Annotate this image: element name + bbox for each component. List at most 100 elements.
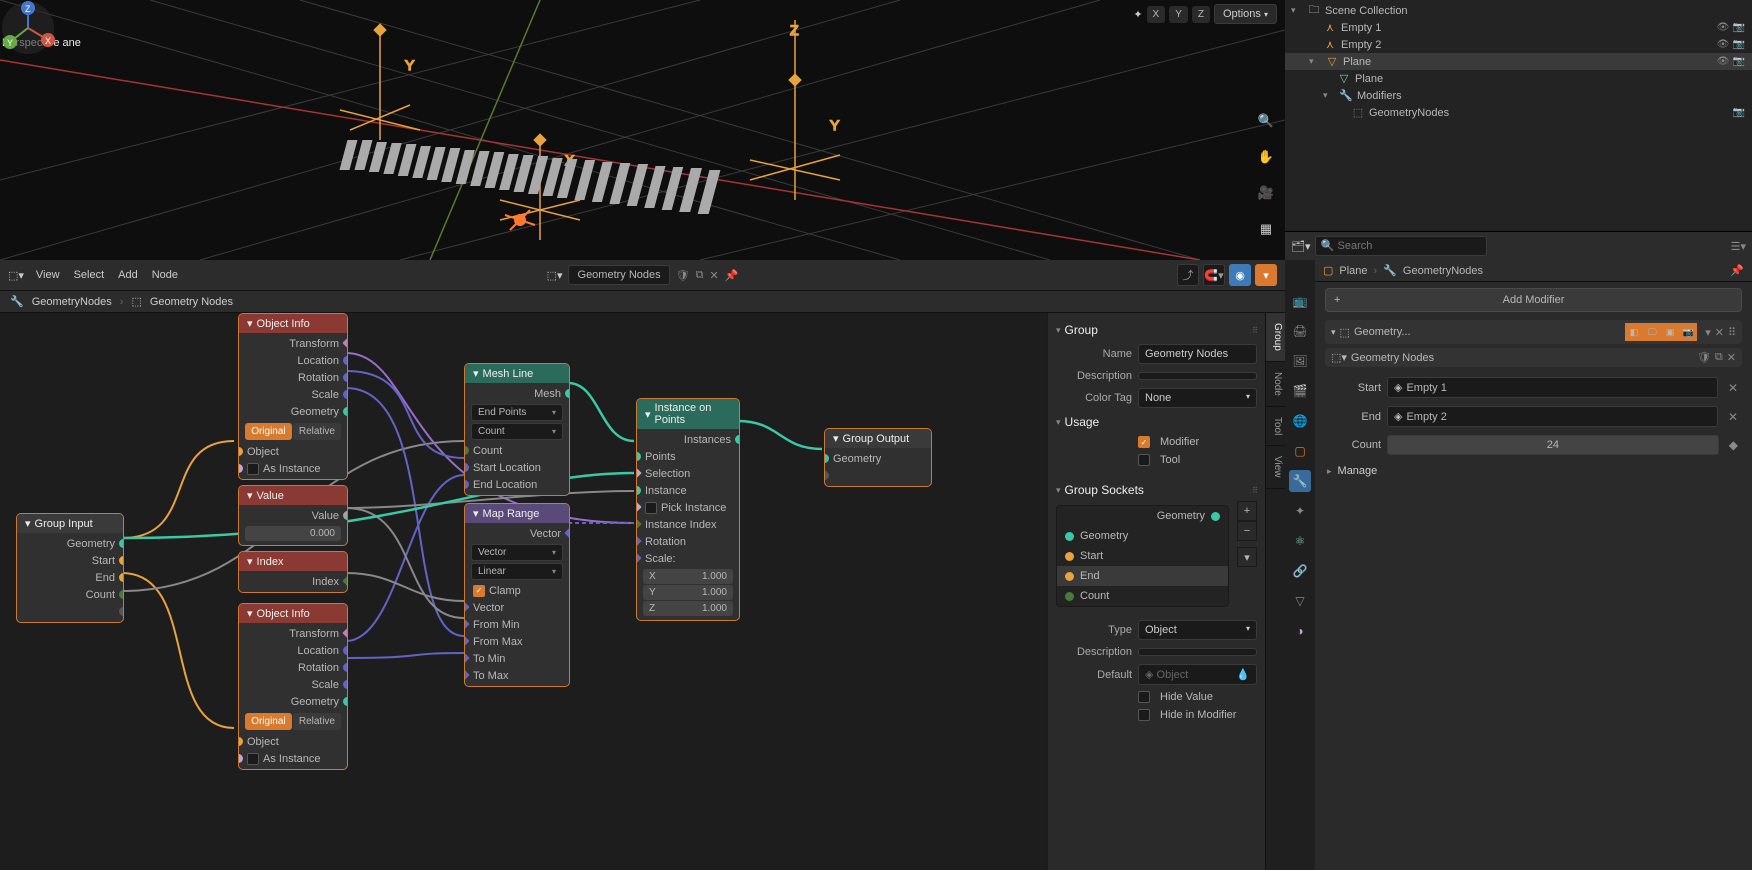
attribute-toggle-icon[interactable]: ◆: [1725, 438, 1742, 452]
manage-section[interactable]: ▸ Manage: [1325, 459, 1742, 483]
socket-list[interactable]: Geometry Geometry Start End Count: [1056, 505, 1229, 607]
clear-icon[interactable]: ✕: [1724, 381, 1742, 395]
zoom-icon[interactable]: 🔍: [1255, 110, 1277, 132]
prop-tab-modifiers[interactable]: 🔧: [1289, 470, 1311, 492]
mesh-line-count-dropdown[interactable]: Count▾: [471, 423, 563, 440]
node-header[interactable]: ▾ Object Info: [239, 604, 347, 623]
menu-add[interactable]: Add: [118, 269, 138, 281]
node-mesh-line[interactable]: ▾ Mesh Line Mesh End Points▾ Count▾ Coun…: [464, 363, 570, 496]
axis-z-chip[interactable]: Z: [1192, 6, 1210, 23]
sidebar-tab-view[interactable]: View: [1266, 446, 1285, 489]
node-object-info-1[interactable]: ▾ Object Info Transform Location Rotatio…: [238, 313, 348, 480]
eye-icon[interactable]: 👁: [1716, 56, 1730, 67]
unlink-icon[interactable]: ✕: [709, 269, 718, 282]
original-button[interactable]: Original: [245, 423, 292, 440]
3d-viewport[interactable]: Y X Z Y: [0, 0, 1285, 260]
hide-value-check[interactable]: [1138, 691, 1150, 703]
prop-tab-viewlayer[interactable]: 🖼: [1289, 350, 1311, 372]
node-header[interactable]: ▾ Object Info: [239, 314, 347, 333]
add-modifier-button[interactable]: + Add Modifier: [1325, 288, 1742, 312]
color-tag-dropdown[interactable]: None▾: [1138, 388, 1257, 408]
node-group-input[interactable]: ▾ Group Input Geometry Start End Count: [16, 513, 124, 623]
prop-tab-output[interactable]: 🖨: [1289, 320, 1311, 342]
camera-view-icon[interactable]: 🎥: [1255, 182, 1277, 204]
menu-select[interactable]: Select: [74, 269, 105, 281]
node-map-range[interactable]: ▾ Map Range Vector Vector▾ Linear▾ ✓Clam…: [464, 503, 570, 687]
mesh-line-mode-dropdown[interactable]: End Points▾: [471, 404, 563, 421]
prop-tab-constraints[interactable]: 🔗: [1289, 560, 1311, 582]
socket-item[interactable]: Count: [1057, 586, 1228, 606]
tree-row-geonodes[interactable]: ⬚ GeometryNodes 📷: [1285, 104, 1752, 121]
sidebar-tab-group[interactable]: Group: [1266, 313, 1285, 362]
socket-description-input[interactable]: [1138, 648, 1257, 656]
breadcrumb-tree[interactable]: Geometry Nodes: [150, 296, 233, 308]
map-range-type-dropdown[interactable]: Vector▾: [471, 544, 563, 561]
mod-edit-icon[interactable]: ◧: [1625, 323, 1643, 341]
node-canvas[interactable]: ▾ Group Input Geometry Start End Count ▾…: [0, 313, 1285, 870]
socket-item[interactable]: Geometry: [1057, 506, 1228, 526]
prop-tab-physics[interactable]: ⚛: [1289, 530, 1311, 552]
relative-button[interactable]: Relative: [293, 423, 341, 440]
display-mode-icon[interactable]: 🗂▾: [1291, 240, 1311, 253]
shield-icon[interactable]: 🛡: [1697, 351, 1711, 364]
scale-x-field[interactable]: X1.000: [643, 569, 733, 584]
remove-socket-button[interactable]: −: [1237, 521, 1257, 541]
socket-item[interactable]: Geometry: [1057, 526, 1228, 546]
pan-icon[interactable]: ✋: [1255, 146, 1277, 168]
node-object-info-2[interactable]: ▾ Object Info Transform Location Rotatio…: [238, 603, 348, 770]
node-header[interactable]: ▾ Map Range: [465, 504, 569, 523]
usage-tool-check[interactable]: [1138, 454, 1150, 466]
node-header[interactable]: ▾ Group Output: [825, 429, 931, 448]
tree-row-scene-collection[interactable]: ▾ 🗀 Scene Collection: [1285, 2, 1752, 19]
breadcrumb-modifier[interactable]: GeometryNodes: [32, 296, 112, 308]
mod-realtime-icon[interactable]: 🖵: [1643, 323, 1661, 341]
node-group-output[interactable]: ▾ Group Output Geometry: [824, 428, 932, 487]
render-icon[interactable]: 📷: [1732, 22, 1746, 33]
mod-editmode-icon[interactable]: ▣: [1661, 323, 1679, 341]
socket-type-dropdown[interactable]: Object▾: [1138, 620, 1257, 640]
clear-icon[interactable]: ✕: [1724, 410, 1742, 424]
socket-count-field[interactable]: 24: [1387, 435, 1719, 455]
unlink-icon[interactable]: ✕: [1727, 351, 1736, 364]
value-field[interactable]: 0.000: [245, 526, 341, 541]
node-header[interactable]: ▾ Value: [239, 486, 347, 505]
overlay-icon[interactable]: ◉: [1229, 264, 1251, 286]
usage-panel-header[interactable]: ▾Usage: [1056, 411, 1257, 433]
nodetree-name[interactable]: Geometry Nodes: [569, 265, 670, 285]
outliner-tree[interactable]: ▾ 🗀 Scene Collection ⋏ Empty 1 👁📷 ⋏ Empt…: [1285, 0, 1752, 231]
overlay-dropdown-icon[interactable]: ▾: [1255, 264, 1277, 286]
sockets-panel-header[interactable]: ▾Group Sockets⠿: [1056, 479, 1257, 501]
node-index[interactable]: ▾ Index Index: [238, 551, 348, 593]
scale-z-field[interactable]: Z1.000: [643, 601, 733, 616]
sidebar-tab-tool[interactable]: Tool: [1266, 407, 1285, 446]
render-icon[interactable]: 📷: [1732, 107, 1746, 118]
navigation-gizmo[interactable]: X Y Z: [0, 0, 56, 56]
gizmo-toggle-icon[interactable]: ✦: [1133, 8, 1142, 21]
axis-x-chip[interactable]: X: [1147, 6, 1166, 23]
editor-type-icon[interactable]: ⬚▾: [8, 269, 24, 282]
render-icon[interactable]: 📷: [1732, 39, 1746, 50]
tree-row-empty1[interactable]: ⋏ Empty 1 👁📷: [1285, 19, 1752, 36]
drag-icon[interactable]: ⠿: [1728, 326, 1736, 339]
prop-tab-world[interactable]: 🌐: [1289, 410, 1311, 432]
chevron-down-icon[interactable]: ▾: [1705, 326, 1711, 339]
menu-view[interactable]: View: [36, 269, 60, 281]
original-button[interactable]: Original: [245, 713, 292, 730]
users-icon[interactable]: ⧉: [1715, 351, 1723, 364]
eyedropper-icon[interactable]: 💧: [1236, 668, 1250, 681]
socket-item[interactable]: Start: [1057, 546, 1228, 566]
eye-icon[interactable]: 👁: [1716, 39, 1730, 50]
sidebar-tab-node[interactable]: Node: [1266, 362, 1285, 407]
render-icon[interactable]: 📷: [1732, 56, 1746, 67]
node-instance-on-points[interactable]: ▾ Instance on Points Instances Points Se…: [636, 398, 740, 621]
node-value[interactable]: ▾ Value Value 0.000: [238, 485, 348, 546]
socket-default-input[interactable]: ◈ Object💧: [1138, 664, 1257, 685]
pin-icon[interactable]: 📌: [1730, 264, 1744, 277]
socket-item[interactable]: End: [1057, 566, 1228, 586]
add-socket-button[interactable]: +: [1237, 501, 1257, 521]
tree-row-empty2[interactable]: ⋏ Empty 2 👁📷: [1285, 36, 1752, 53]
users-icon[interactable]: ⧉: [696, 269, 704, 282]
axis-y-chip[interactable]: Y: [1169, 6, 1188, 23]
perspective-toggle-icon[interactable]: ▦: [1255, 218, 1277, 240]
snap-icon[interactable]: 🧲▾: [1203, 264, 1225, 286]
